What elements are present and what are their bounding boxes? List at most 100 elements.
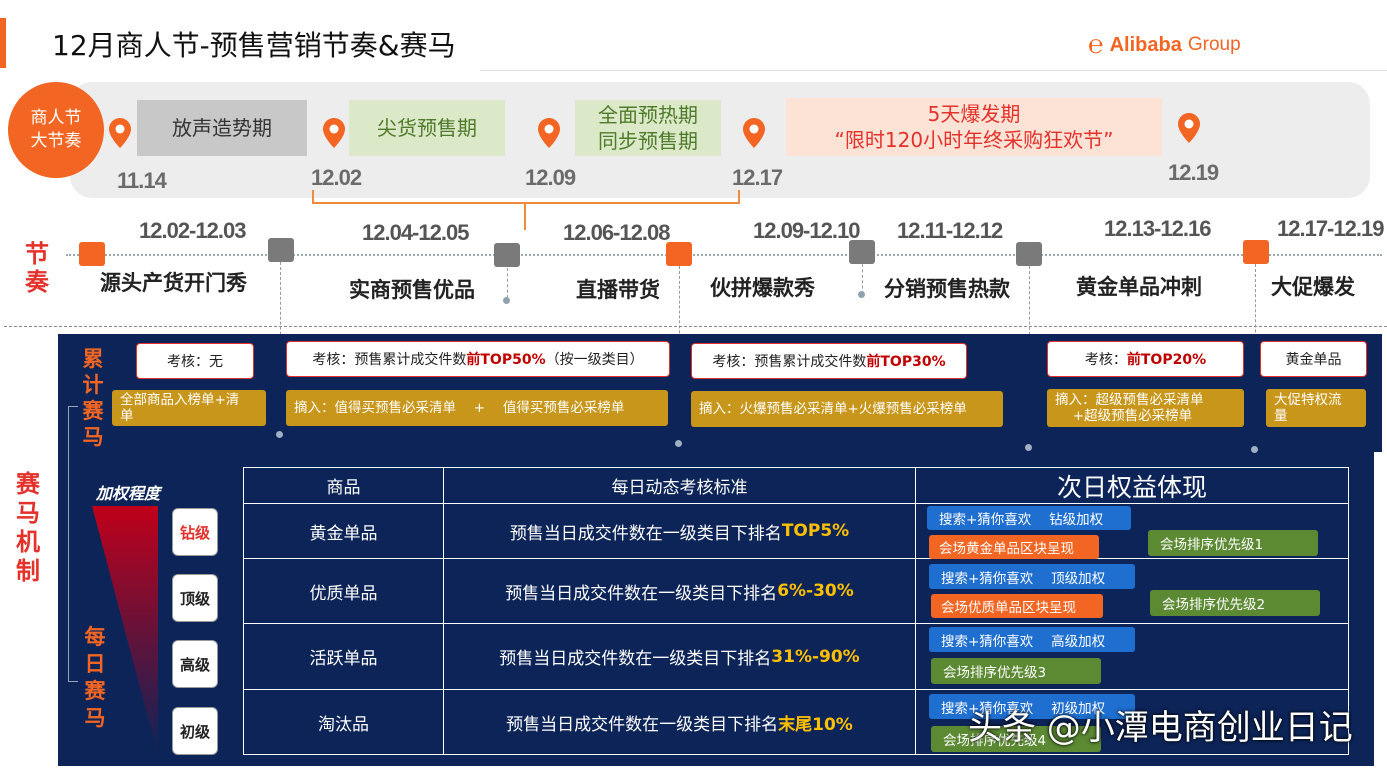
assessment-highlight: 前TOP20% [1126, 352, 1207, 368]
benefit-priority-tag: 会场排序优先级1 [1148, 530, 1318, 556]
level-diamond: 钻级 [172, 508, 218, 556]
assessment-box: 考核：预售累计成交件数 前TOP50% （按一级类目） [286, 341, 670, 377]
level-basic: 初级 [172, 707, 218, 755]
alibaba-logo: ℮ Alibaba Group [1088, 30, 1241, 60]
rhythm-node [1016, 242, 1042, 266]
cumulative-char: 马 [82, 425, 104, 449]
phase-warmup: 放声造势期 [137, 100, 307, 156]
assessment-box: 黄金单品 [1260, 341, 1367, 377]
standard-highlight: TOP5% [781, 521, 850, 541]
drop-dot [1025, 444, 1032, 451]
table-header: 商品 [326, 478, 361, 498]
presale-bracket [312, 190, 740, 204]
drop-dot [858, 291, 865, 298]
rhythm-date: 12.04-12.05 [362, 220, 469, 245]
timeline-date: 12.17 [732, 165, 783, 190]
table-cell-standard: 预售当日成交件数在一级类目下排名 末尾10% [444, 690, 915, 754]
rhythm-label: 节 奏 [22, 240, 52, 296]
rhythm-event: 伙拼爆款秀 [710, 276, 815, 300]
rhythm-event: 实商预售优品 [349, 278, 475, 302]
assessment-text: 考核：预售累计成交件数 [712, 354, 867, 370]
rhythm-node [494, 243, 520, 267]
weight-label: 加权程度 [96, 484, 161, 503]
benefit-line1: 摘入：超级预售必采清单 [1055, 392, 1204, 408]
watermark: 头条 @小潭电商创业日记 [968, 708, 1353, 748]
assessment-text: 考核：无 [167, 354, 223, 370]
table-cell-product: 优质单品 [309, 583, 378, 604]
benefit-box: 全部商品入榜单+清单 [112, 390, 266, 426]
drop-line [507, 268, 508, 298]
benefit-venue-tag: 会场黄金单品区块呈现 [929, 535, 1099, 559]
table-header: 每日动态考核标准 [611, 478, 748, 498]
level-high: 高级 [172, 640, 218, 688]
benefit-priority-tag: 会场排序优先级3 [931, 658, 1101, 684]
phase-burst: 5天爆发期 “限时120小时年终采购狂欢节” [786, 98, 1162, 156]
benefit-line2: 单 [120, 408, 134, 424]
table-header: 次日权益体现 [1056, 472, 1207, 502]
table-rule [915, 467, 916, 755]
rhythm-event: 分销预售热款 [884, 277, 1010, 301]
timeline-date: 12.19 [1168, 160, 1219, 185]
standard-highlight: 末尾10% [778, 714, 853, 735]
rhythm-label-char: 奏 [25, 268, 49, 296]
phase-label-line1: 全面预热期 [598, 103, 698, 127]
major-label-line1: 商人节 [30, 108, 82, 128]
logo-text: Alibaba [1109, 33, 1182, 56]
table-cell-standard: 预售当日成交件数在一级类目下排名 TOP5% [444, 504, 915, 558]
benefit-line1: 摘入：火爆预售必采清单+火爆预售必采榜单 [699, 401, 967, 417]
benefit-box: 大促特权流量 [1266, 389, 1366, 427]
drop-line [862, 264, 863, 294]
location-pin-icon [743, 118, 765, 148]
benefit-box: 摘入：火爆预售必采清单+火爆预售必采榜单 [691, 391, 1003, 427]
cumulative-race-label: 累 计 赛 马 [80, 346, 106, 450]
race-mechanism-label: 赛 马 机 制 [14, 470, 42, 586]
benefit-box: 摘入：值得买预售必采清单 + 值得买预售必采榜单 [286, 390, 668, 426]
timeline-date: 12.09 [525, 165, 576, 190]
major-label-line2: 大节奏 [30, 131, 82, 151]
drop-dot [276, 431, 283, 438]
section-separator [4, 326, 1387, 327]
mechanism-char: 机 [16, 528, 40, 556]
assessment-suffix: （按一级类目） [545, 352, 644, 368]
benefit-line1: 全部商品入榜单+清 [120, 392, 240, 408]
rhythm-date: 12.13-12.16 [1104, 216, 1211, 241]
standard-text: 预售当日成交件数在一级类目下排名 [506, 714, 779, 735]
benefit-venue-tag: 会场优质单品区块呈现 [931, 594, 1103, 618]
assessment-box: 考核：无 [136, 343, 254, 379]
rhythm-node [666, 242, 692, 266]
standard-text: 预售当日成交件数在一级类目下排名 [509, 523, 782, 544]
table-cell-product: 活跃单品 [309, 649, 378, 669]
cumulative-char: 计 [82, 373, 104, 397]
assessment-text: 考核：预售累计成交件数 [312, 352, 467, 368]
standard-highlight: 31%-90% [771, 646, 860, 667]
benefit-search-tag: 搜索+猜你喜欢 高级加权 [929, 627, 1135, 652]
benefit-line1: 大促特权流 [1274, 392, 1342, 408]
alibaba-logo-icon: ℮ [1088, 30, 1104, 60]
standard-highlight: 6%-30% [777, 581, 854, 601]
assessment-text: 考核： [1084, 352, 1127, 368]
phase-label: 放声造势期 [172, 116, 272, 140]
title-accent-bar [0, 18, 6, 68]
page-title: 12月商人节-预售营销节奏&赛马 [52, 29, 456, 62]
timeline-date: 12.02 [311, 165, 362, 190]
table-cell-product: 淘汰品 [318, 714, 369, 735]
drop-dot [675, 440, 682, 447]
presale-bracket-stem [524, 204, 526, 230]
assessment-highlight: 前TOP50% [466, 352, 546, 368]
benefit-line2: +超级预售必采榜单 [1055, 408, 1193, 424]
phase-preheat: 全面预热期 同步预售期 [575, 100, 721, 156]
rhythm-node [268, 238, 294, 262]
mechanism-char: 马 [16, 499, 40, 527]
weight-gradient-triangle [92, 506, 158, 756]
timeline-date: 11.14 [117, 168, 167, 193]
phase-label-line1: 5天爆发期 [927, 102, 1021, 126]
race-bracket [68, 406, 78, 682]
rhythm-dotted-line [66, 254, 1382, 256]
level-top: 顶级 [172, 574, 218, 622]
rhythm-node [79, 242, 105, 266]
cumulative-char: 赛 [82, 399, 104, 423]
assessment-text: 黄金单品 [1285, 352, 1342, 368]
phase-label-line2: 同步预售期 [598, 129, 698, 153]
rhythm-date: 12.11-12.12 [897, 218, 1003, 243]
rhythm-event: 源头产货开门秀 [100, 271, 247, 295]
